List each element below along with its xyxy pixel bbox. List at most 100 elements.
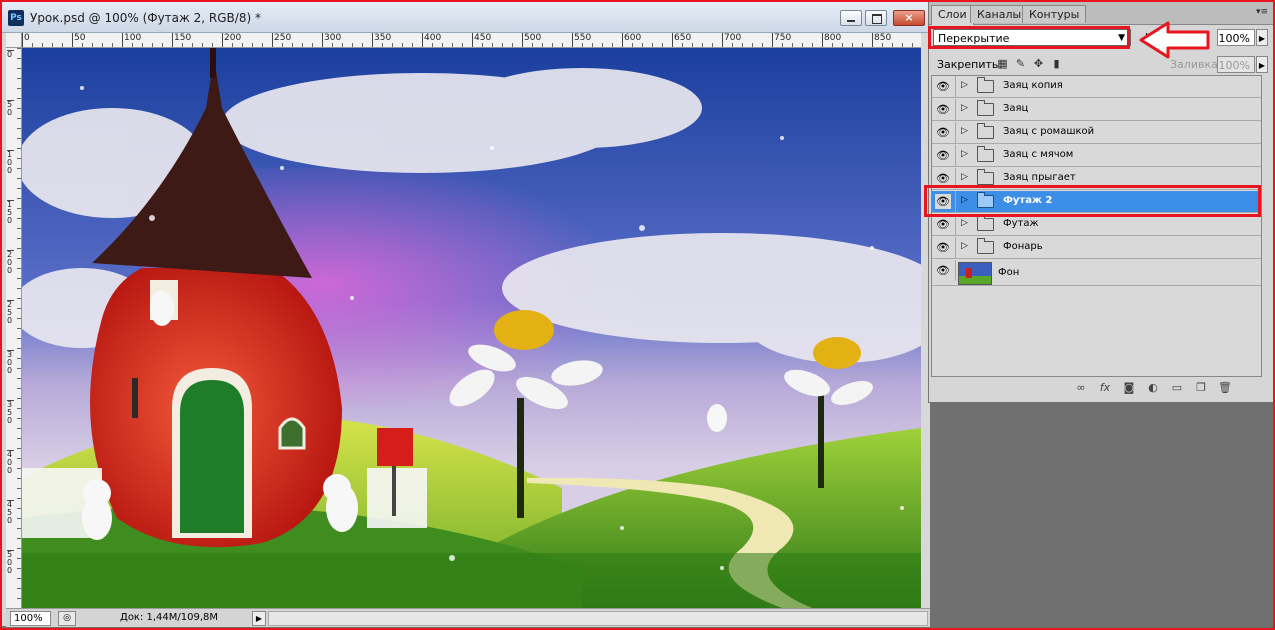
document-title: Урок.psd @ 100% (Футаж 2, RGB/8) * bbox=[30, 11, 261, 25]
minimize-button[interactable] bbox=[840, 10, 862, 26]
ruler-tick-label: 350 bbox=[372, 33, 391, 47]
divider bbox=[955, 260, 956, 281]
folder-icon bbox=[977, 77, 994, 93]
expand-triangle-icon[interactable]: ▷ bbox=[961, 218, 968, 228]
ruler-tick-label: 750 bbox=[772, 33, 791, 47]
ruler-tick-label: 850 bbox=[872, 33, 891, 47]
expand-triangle-icon[interactable]: ▷ bbox=[961, 126, 968, 136]
ruler-tick-label: 600 bbox=[622, 33, 641, 47]
eye-icon[interactable]: 👁 bbox=[935, 194, 951, 209]
expand-triangle-icon[interactable]: ▷ bbox=[961, 195, 968, 205]
folder-icon bbox=[977, 238, 994, 254]
ruler-origin[interactable] bbox=[6, 33, 22, 48]
layer-name: Заяц bbox=[1003, 103, 1029, 114]
layer-row[interactable]: 👁 ▷ Заяц с мячом bbox=[932, 145, 1261, 167]
expand-triangle-icon[interactable]: ▷ bbox=[961, 241, 968, 251]
panel-tabs: Слои Каналы Контуры ▾≡ bbox=[929, 2, 1274, 25]
divider bbox=[955, 122, 956, 143]
layer-row[interactable]: 👁 ▷ Футаж 2 bbox=[932, 191, 1261, 213]
ruler-tick-label: 200 bbox=[7, 250, 14, 275]
layer-name: Заяц прыгает bbox=[1003, 172, 1076, 183]
folder-icon bbox=[977, 146, 994, 162]
fill-field[interactable]: 100% bbox=[1217, 56, 1255, 73]
trash-icon[interactable]: 🗑 bbox=[1217, 380, 1233, 396]
folder-icon bbox=[977, 100, 994, 116]
layer-row[interactable]: 👁 ▷ Заяц прыгает bbox=[932, 168, 1261, 190]
new-layer-icon[interactable]: ❐ bbox=[1193, 380, 1209, 396]
eye-icon[interactable]: 👁 bbox=[935, 240, 951, 255]
ruler-tick-label: 300 bbox=[7, 350, 14, 375]
ruler-tick-label: 100 bbox=[7, 150, 14, 175]
opacity-field[interactable]: 100% bbox=[1217, 29, 1255, 46]
layer-row[interactable]: 👁 ▷ Фонарь bbox=[932, 237, 1261, 259]
ruler-tick-label: 250 bbox=[7, 300, 14, 325]
vertical-ruler[interactable]: 0 50 100 150 200 250 300 350 400 450 500 bbox=[6, 48, 22, 608]
ruler-tick-label: 400 bbox=[422, 33, 441, 47]
layers-list: 👁 ▷ Заяц копия 👁 ▷ Заяц 👁 ▷ Заяц с ромашкой 👁 ▷ Зая… bbox=[931, 75, 1262, 377]
eye-icon[interactable]: 👁 bbox=[935, 217, 951, 232]
expand-triangle-icon[interactable]: ▷ bbox=[961, 103, 968, 113]
layer-row[interactable]: 👁 ▷ Заяц с ромашкой bbox=[932, 122, 1261, 144]
fill-slider-arrow-icon[interactable]: ▶ bbox=[1256, 56, 1268, 73]
photoshop-app-icon: Ps bbox=[8, 10, 24, 26]
eye-icon[interactable]: 👁 bbox=[935, 125, 951, 140]
proof-setup-icon[interactable]: ◎ bbox=[58, 611, 76, 626]
layer-row[interactable]: 👁 ▷ Заяц копия bbox=[932, 76, 1261, 98]
ruler-tick-label: 800 bbox=[822, 33, 841, 47]
lock-pixels-brush-icon[interactable]: ✎ bbox=[1014, 57, 1027, 70]
expand-triangle-icon[interactable]: ▷ bbox=[961, 149, 968, 159]
status-menu-arrow-icon[interactable]: ▶ bbox=[252, 611, 266, 626]
horizontal-scrollbar[interactable] bbox=[268, 611, 928, 626]
lock-transparency-icon[interactable]: ▦ bbox=[996, 57, 1009, 70]
eye-icon[interactable]: 👁 bbox=[935, 171, 951, 186]
maximize-button[interactable] bbox=[865, 10, 887, 26]
expand-triangle-icon[interactable]: ▷ bbox=[961, 172, 968, 182]
eye-icon[interactable]: 👁 bbox=[935, 263, 951, 278]
folder-icon bbox=[977, 192, 994, 208]
folder-icon[interactable]: ▭ bbox=[1169, 380, 1185, 396]
eye-icon[interactable]: 👁 bbox=[935, 102, 951, 117]
adjustment-icon[interactable]: ◐ bbox=[1145, 380, 1161, 396]
close-button[interactable]: × bbox=[893, 10, 925, 26]
layers-panel: Слои Каналы Контуры ▾≡ Перекрытие ▼ Н 10… bbox=[928, 2, 1274, 403]
eye-icon[interactable]: 👁 bbox=[935, 148, 951, 163]
tab-paths[interactable]: Контуры bbox=[1022, 5, 1087, 23]
panel-menu-icon[interactable]: ▾≡ bbox=[1256, 7, 1268, 17]
tab-layers[interactable]: Слои bbox=[931, 5, 974, 25]
lock-position-move-icon[interactable]: ✥ bbox=[1032, 57, 1045, 70]
link-icon[interactable]: ∞ bbox=[1073, 380, 1089, 396]
ruler-tick-label: 300 bbox=[322, 33, 341, 47]
divider bbox=[955, 191, 956, 212]
layer-name: Заяц с мячом bbox=[1003, 149, 1074, 160]
lock-all-icon[interactable]: ▮ bbox=[1050, 57, 1063, 70]
document-size-info: Док: 1,44M/109,8M bbox=[120, 612, 219, 623]
zoom-level-field[interactable]: 100% bbox=[10, 611, 51, 626]
blend-mode-select[interactable]: Перекрытие ▼ bbox=[933, 29, 1131, 46]
layer-name: Фонарь bbox=[1003, 241, 1043, 252]
folder-icon bbox=[977, 123, 994, 139]
document-titlebar[interactable]: Ps Урок.psd @ 100% (Футаж 2, RGB/8) * × bbox=[2, 2, 930, 33]
layer-row[interactable]: 👁 ▷ Заяц bbox=[932, 99, 1261, 121]
tab-channels[interactable]: Каналы bbox=[970, 5, 1029, 23]
ruler-tick-label: 200 bbox=[222, 33, 241, 47]
folder-icon bbox=[977, 169, 994, 185]
layer-name: Заяц с ромашкой bbox=[1003, 126, 1095, 137]
ruler-tick-label: 250 bbox=[272, 33, 291, 47]
ruler-tick-label: 0 bbox=[22, 33, 30, 47]
ruler-tick-label: 50 bbox=[72, 33, 85, 47]
eye-icon[interactable]: 👁 bbox=[935, 79, 951, 94]
mask-icon[interactable]: ◙ bbox=[1121, 380, 1137, 396]
layer-name: Заяц копия bbox=[1003, 80, 1063, 91]
horizontal-ruler[interactable]: 0 50 100 150 200 250 300 350 400 450 500 550 600 650 7… bbox=[22, 33, 921, 48]
expand-triangle-icon[interactable]: ▷ bbox=[961, 80, 968, 90]
layer-row[interactable]: 👁 ▷ Футаж bbox=[932, 214, 1261, 236]
layer-row[interactable]: 👁 Фон bbox=[932, 260, 1261, 286]
ruler-tick-label: 50 bbox=[7, 100, 14, 117]
image-canvas[interactable] bbox=[22, 48, 921, 608]
scene-illustration bbox=[22, 48, 921, 608]
divider bbox=[955, 168, 956, 189]
divider bbox=[955, 145, 956, 166]
opacity-slider-arrow-icon[interactable]: ▶ bbox=[1256, 29, 1268, 46]
layers-panel-footer: ∞ fx ◙ ◐ ▭ ❐ 🗑 bbox=[1069, 380, 1269, 398]
fx-icon[interactable]: fx bbox=[1097, 380, 1113, 396]
